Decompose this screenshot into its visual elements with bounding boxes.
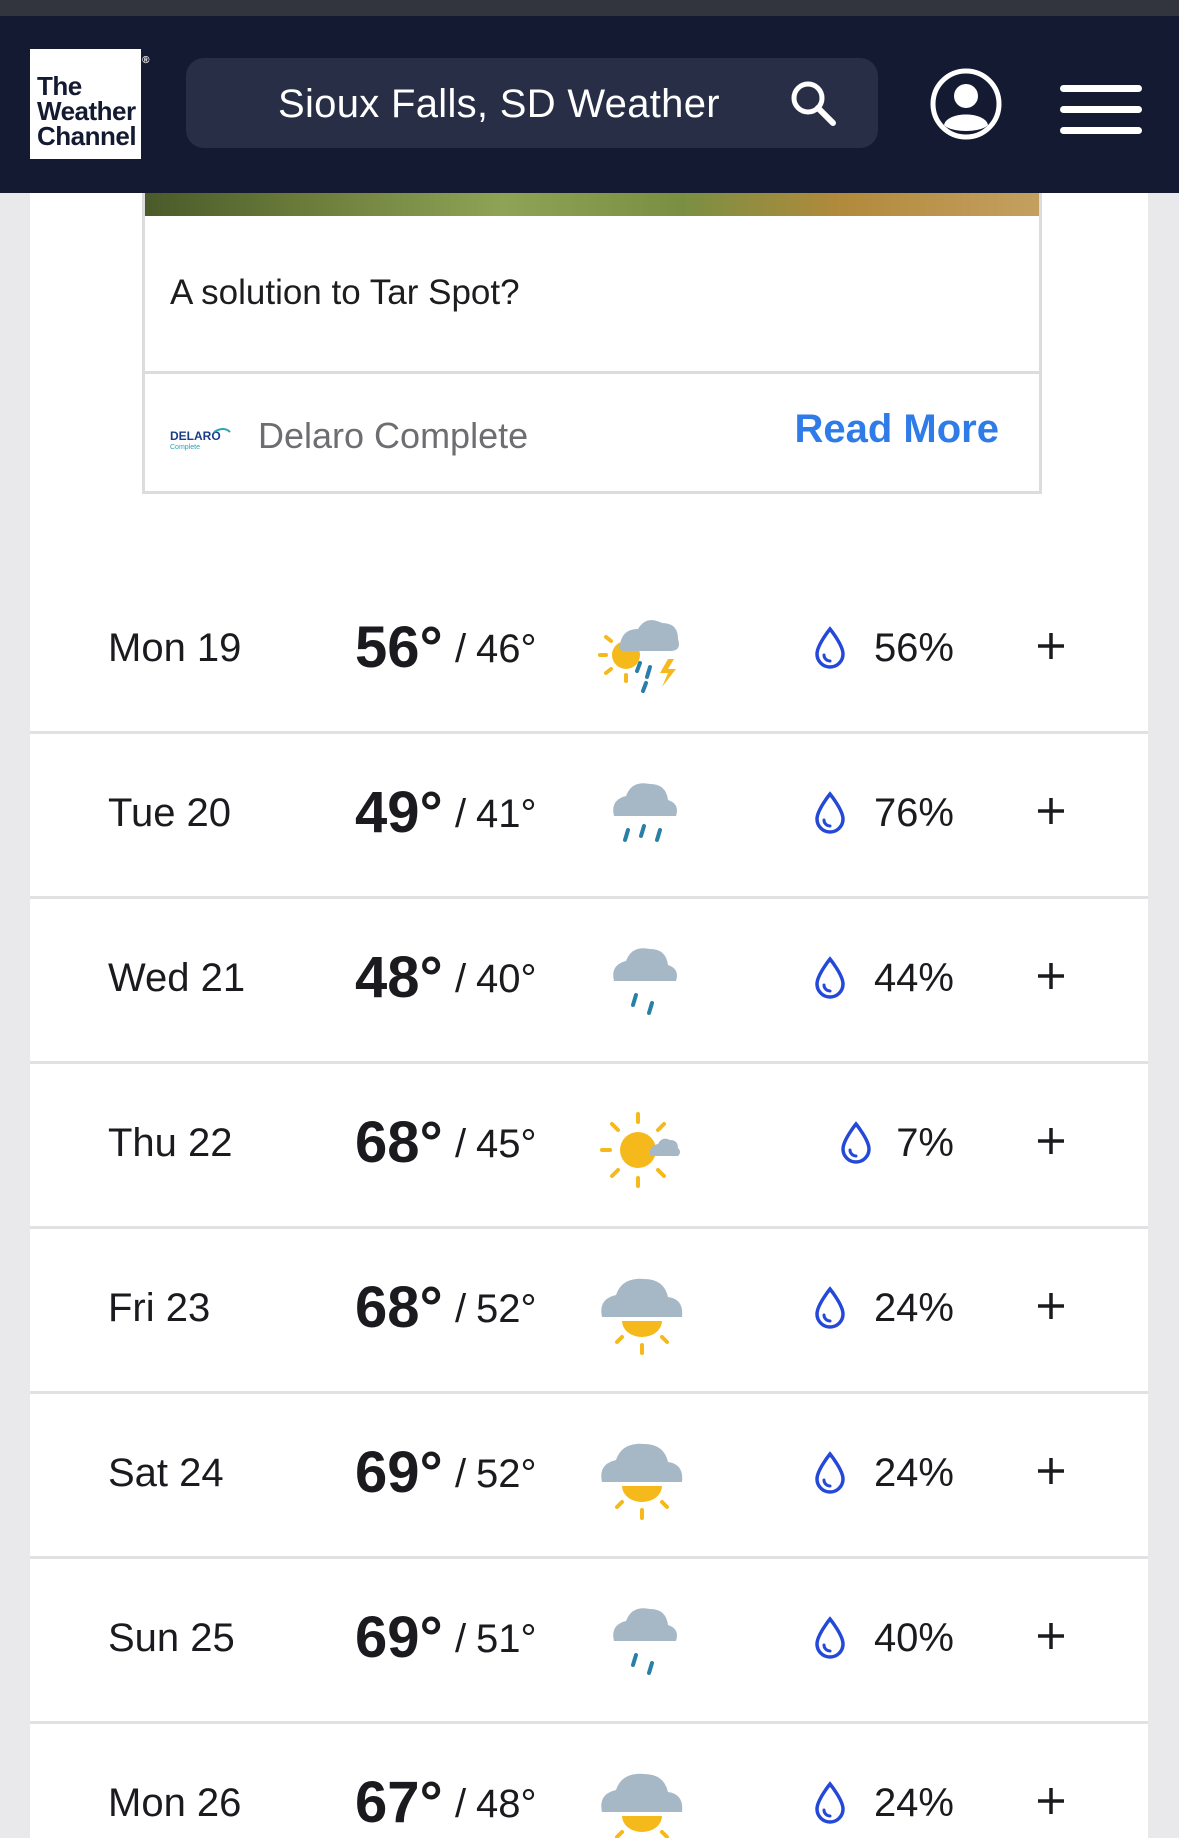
showers-icon xyxy=(613,948,677,1015)
high-temperature: 49° xyxy=(355,780,443,845)
forecast-day: Sat 24 xyxy=(108,1451,224,1495)
location-search-box[interactable]: Sioux Falls, SD Weather xyxy=(186,58,878,148)
low-temperature: 52° xyxy=(476,1452,537,1496)
expand-plus-icon[interactable] xyxy=(1036,1456,1066,1486)
precipitation-chance: 7% xyxy=(896,1121,954,1165)
low-temperature: 52° xyxy=(476,1287,537,1331)
scattered-thunderstorms-icon xyxy=(598,620,679,693)
forecast-day: Mon 26 xyxy=(108,1781,242,1825)
low-temperature: 45° xyxy=(476,1122,537,1166)
precipitation-chance: 56% xyxy=(873,626,954,670)
forecast-day: Thu 22 xyxy=(108,1121,233,1165)
temperature-separator: / xyxy=(455,1452,467,1496)
precipitation-chance: 76% xyxy=(873,791,954,835)
forecast-row[interactable]: Fri 23 68° / 52° 24% xyxy=(30,1229,1148,1394)
expand-plus-icon[interactable] xyxy=(1036,1291,1066,1321)
weather-channel-logo[interactable]: The Weather Channel ® xyxy=(30,49,149,159)
partly-cloudy-icon xyxy=(601,1443,683,1520)
low-temperature: 48° xyxy=(476,1782,537,1826)
forecast-day: Wed 21 xyxy=(108,956,246,1000)
precipitation-chance: 24% xyxy=(873,1451,954,1495)
forecast-day: Tue 20 xyxy=(108,791,232,835)
forecast-row[interactable]: Mon 26 67° / 48° 24% xyxy=(30,1724,1148,1838)
forecast-row[interactable]: Thu 22 68° / 45° 7% xyxy=(30,1064,1148,1229)
high-temperature: 67° xyxy=(355,1770,443,1835)
expand-plus-icon[interactable] xyxy=(1036,796,1066,826)
ad-headline[interactable]: A solution to Tar Spot? xyxy=(170,273,520,313)
forecast-row[interactable]: Wed 21 48° / 40° 44% xyxy=(30,899,1148,1064)
high-temperature: 68° xyxy=(355,1275,443,1340)
low-temperature: 46° xyxy=(476,627,537,671)
temperature-separator: / xyxy=(455,792,467,836)
expand-plus-icon[interactable] xyxy=(1036,1621,1066,1651)
delaro-brand-logo: DELARO Complete xyxy=(170,428,231,451)
ad-brand-name: Delaro Complete xyxy=(258,415,529,456)
hamburger-menu-icon[interactable] xyxy=(1060,82,1142,138)
low-temperature: 51° xyxy=(476,1617,537,1661)
forecast-day: Mon 19 xyxy=(108,626,242,670)
temperature-separator: / xyxy=(455,1122,467,1166)
precipitation-chance: 24% xyxy=(873,1286,954,1330)
forecast-row[interactable]: Mon 19 56° / 46° 56% xyxy=(30,569,1148,734)
temperature-separator: / xyxy=(455,1617,467,1661)
rain-icon xyxy=(613,783,677,842)
expand-plus-icon[interactable] xyxy=(1036,1786,1066,1816)
high-temperature: 69° xyxy=(355,1440,443,1505)
high-temperature: 69° xyxy=(355,1605,443,1670)
search-icon[interactable] xyxy=(788,78,838,128)
showers-icon xyxy=(613,1608,677,1675)
expand-plus-icon[interactable] xyxy=(1036,961,1066,991)
ad-logo-text: DELARO xyxy=(170,429,221,443)
forecast-row[interactable]: Tue 20 49° / 41° 76% xyxy=(30,734,1148,899)
low-temperature: 40° xyxy=(476,957,537,1001)
low-temperature: 41° xyxy=(476,792,537,836)
mostly-sunny-icon xyxy=(600,1112,680,1188)
ad-logo-subtext: Complete xyxy=(170,444,200,451)
temperature-separator: / xyxy=(455,1287,467,1331)
ad-image[interactable] xyxy=(145,193,1039,216)
partly-cloudy-icon xyxy=(601,1773,683,1838)
forecast-day: Sun 25 xyxy=(108,1616,235,1660)
forecast-row[interactable]: Sat 24 69° / 52° 24% xyxy=(30,1394,1148,1559)
expand-plus-icon[interactable] xyxy=(1036,1126,1066,1156)
forecast-panel: A solution to Tar Spot? DELARO Complete … xyxy=(30,193,1148,1838)
temperature-separator: / xyxy=(455,627,467,671)
high-temperature: 68° xyxy=(355,1110,443,1175)
temperature-separator: / xyxy=(455,1782,467,1826)
user-account-icon[interactable] xyxy=(929,67,1003,141)
precipitation-chance: 40% xyxy=(873,1616,954,1660)
expand-plus-icon[interactable] xyxy=(1036,631,1066,661)
precipitation-chance: 24% xyxy=(873,1781,954,1825)
partly-cloudy-icon xyxy=(601,1278,683,1355)
ad-divider xyxy=(145,371,1039,374)
high-temperature: 56° xyxy=(355,615,443,680)
search-location-text[interactable]: Sioux Falls, SD Weather xyxy=(278,82,720,127)
logo-line-3: Channel xyxy=(37,121,137,151)
top-navigation-bar: The Weather Channel ® Sioux Falls, SD We… xyxy=(0,0,1179,193)
registered-mark: ® xyxy=(142,55,149,66)
precipitation-chance: 44% xyxy=(873,956,954,1000)
forecast-day: Fri 23 xyxy=(108,1286,211,1330)
temperature-separator: / xyxy=(455,957,467,1001)
forecast-row[interactable]: Sun 25 69° / 51° 40% xyxy=(30,1559,1148,1724)
read-more-link[interactable]: Read More xyxy=(795,407,1000,452)
sponsored-ad-card[interactable]: A solution to Tar Spot? DELARO Complete … xyxy=(142,193,1042,494)
high-temperature: 48° xyxy=(355,945,443,1010)
